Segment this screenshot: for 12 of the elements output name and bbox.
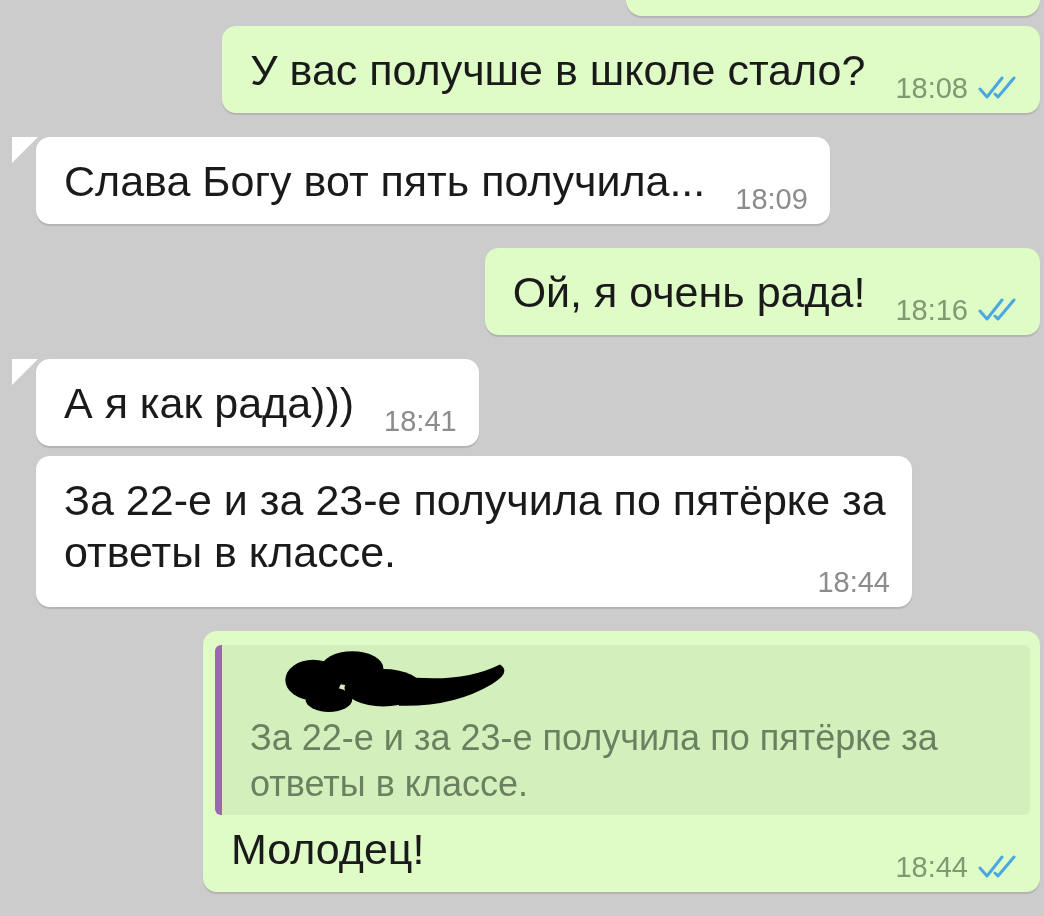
- message-time: 18:41: [384, 405, 457, 437]
- message-time: 18:08: [895, 72, 968, 104]
- message-time: 18:09: [735, 183, 808, 215]
- message-text: У вас получше в школе стало?: [250, 45, 866, 96]
- quoted-text: За 22-е и за 23-е получила по пятёрке за ответы в классе.: [250, 716, 939, 806]
- message-time: 18:44: [895, 851, 968, 883]
- message-text: Слава Богу вот пять получила...: [64, 156, 706, 207]
- message-text: Молодец!: [231, 824, 426, 875]
- message-time: 18:16: [895, 294, 968, 326]
- message-text: А я как рада))): [64, 378, 355, 429]
- message-text: Ой, я очень рада!: [512, 267, 866, 318]
- quoted-message[interactable]: За 22-е и за 23-е получила по пятёрке за ответы в классе.: [215, 645, 1030, 815]
